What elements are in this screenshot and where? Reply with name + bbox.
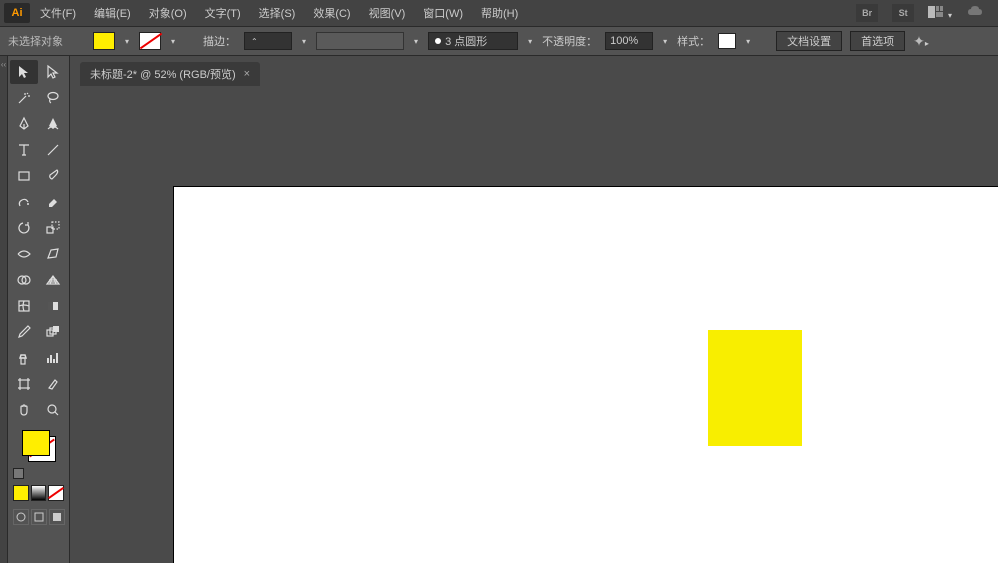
opacity-input[interactable]: 100% xyxy=(605,32,653,50)
stroke-swatch[interactable] xyxy=(139,32,161,50)
symbol-sprayer-tool[interactable] xyxy=(10,346,38,370)
opacity-dropdown-icon[interactable]: ▾ xyxy=(661,37,669,46)
hand-tool[interactable] xyxy=(10,398,38,422)
menu-object[interactable]: 对象(O) xyxy=(141,1,195,25)
fill-dropdown-icon[interactable]: ▾ xyxy=(123,37,131,46)
cloud-icon[interactable] xyxy=(966,5,984,22)
arrange-icon[interactable]: ▾ xyxy=(928,5,952,21)
scale-tool[interactable] xyxy=(40,216,68,240)
slice-tool[interactable] xyxy=(40,372,68,396)
mesh-tool[interactable] xyxy=(10,294,38,318)
paintbrush-tool[interactable] xyxy=(40,164,68,188)
selection-tool[interactable] xyxy=(10,60,38,84)
panel-collapse-strip[interactable]: ‹‹ xyxy=(0,56,8,563)
doc-setup-button[interactable]: 文档设置 xyxy=(776,31,842,51)
menubar: Ai 文件(F) 编辑(E) 对象(O) 文字(T) 选择(S) 效果(C) 视… xyxy=(0,0,998,26)
fill-color-icon[interactable] xyxy=(22,430,50,456)
draw-mode-normal[interactable] xyxy=(13,509,29,525)
bridge-icon[interactable]: Br xyxy=(856,4,878,22)
stroke-label: 描边： xyxy=(203,33,236,49)
document-tabbar: 未标题-2* @ 52% (RGB/预览) × xyxy=(70,56,998,86)
menu-view[interactable]: 视图(V) xyxy=(361,1,414,25)
yellow-rectangle-shape[interactable] xyxy=(708,330,802,446)
line-tool[interactable] xyxy=(40,138,68,162)
menu-type[interactable]: 文字(T) xyxy=(197,1,249,25)
type-tool[interactable] xyxy=(10,138,38,162)
gradient-tool[interactable] xyxy=(40,294,68,318)
menu-edit[interactable]: 编辑(E) xyxy=(86,1,139,25)
menu-file[interactable]: 文件(F) xyxy=(32,1,84,25)
selection-status: 未选择对象 xyxy=(8,33,63,49)
menu-help[interactable]: 帮助(H) xyxy=(473,1,526,25)
prefs-button[interactable]: 首选项 xyxy=(850,31,905,51)
toolbox xyxy=(8,56,70,563)
color-mode-solid[interactable] xyxy=(13,485,29,501)
curvature-tool[interactable] xyxy=(40,112,68,136)
free-transform-tool[interactable] xyxy=(40,242,68,266)
close-tab-icon[interactable]: × xyxy=(244,68,250,80)
dash-profile-label: 3 点圆形 xyxy=(445,33,487,49)
menu-window[interactable]: 窗口(W) xyxy=(415,1,471,25)
pen-tool[interactable] xyxy=(10,112,38,136)
menu-effect[interactable]: 效果(C) xyxy=(305,1,358,25)
stroke-dropdown-icon[interactable]: ▾ xyxy=(169,37,177,46)
brush-def-box[interactable] xyxy=(316,32,404,50)
shaper-tool[interactable] xyxy=(10,190,38,214)
dash-dropdown-icon[interactable]: ▾ xyxy=(526,37,534,46)
style-label: 样式： xyxy=(677,33,710,49)
dash-profile[interactable]: 3 点圆形 xyxy=(428,32,518,50)
chevron-left-icon: ‹‹ xyxy=(1,60,6,69)
perspective-grid-tool[interactable] xyxy=(40,268,68,292)
rectangle-tool[interactable] xyxy=(10,164,38,188)
draw-mode-inside[interactable] xyxy=(49,509,65,525)
zoom-tool[interactable] xyxy=(40,398,68,422)
opacity-label: 不透明度： xyxy=(542,33,597,49)
fill-swatch[interactable] xyxy=(93,32,115,50)
menu-select[interactable]: 选择(S) xyxy=(251,1,304,25)
blend-tool[interactable] xyxy=(40,320,68,344)
shape-builder-tool[interactable] xyxy=(10,268,38,292)
stroke-weight-input[interactable]: ⌃ xyxy=(244,32,292,50)
style-swatch[interactable] xyxy=(718,33,736,49)
style-dropdown-icon[interactable]: ▾ xyxy=(744,37,752,46)
artboard-tool[interactable] xyxy=(10,372,38,396)
canvas-area[interactable]: 未标题-2* @ 52% (RGB/预览) × xyxy=(70,56,998,563)
document-tab-title: 未标题-2* @ 52% (RGB/预览) xyxy=(90,66,236,82)
brush-dropdown-icon[interactable]: ▾ xyxy=(412,37,420,46)
color-mode-none[interactable] xyxy=(48,485,64,501)
stock-icon[interactable]: St xyxy=(892,4,914,22)
eraser-tool[interactable] xyxy=(40,190,68,214)
direct-selection-tool[interactable] xyxy=(40,60,68,84)
rotate-tool[interactable] xyxy=(10,216,38,240)
fill-stroke-selector[interactable] xyxy=(22,430,56,462)
magic-wand-tool[interactable] xyxy=(10,86,38,110)
prefs-flyout-icon[interactable]: ✦▸ xyxy=(913,33,929,50)
column-graph-tool[interactable] xyxy=(40,346,68,370)
eyedropper-tool[interactable] xyxy=(10,320,38,344)
stroke-weight-dropdown-icon[interactable]: ▾ xyxy=(300,37,308,46)
control-bar: 未选择对象 ▾ ▾ 描边： ⌃ ▾ ▾ 3 点圆形 ▾ 不透明度： 100% ▾… xyxy=(0,26,998,56)
width-tool[interactable] xyxy=(10,242,38,266)
artboard[interactable] xyxy=(173,186,998,563)
app-badge: Ai xyxy=(4,3,30,23)
lasso-tool[interactable] xyxy=(40,86,68,110)
document-tab[interactable]: 未标题-2* @ 52% (RGB/预览) × xyxy=(80,62,260,86)
swap-fill-stroke-icon[interactable] xyxy=(13,468,24,479)
draw-mode-behind[interactable] xyxy=(31,509,47,525)
color-mode-gradient[interactable] xyxy=(31,485,47,501)
